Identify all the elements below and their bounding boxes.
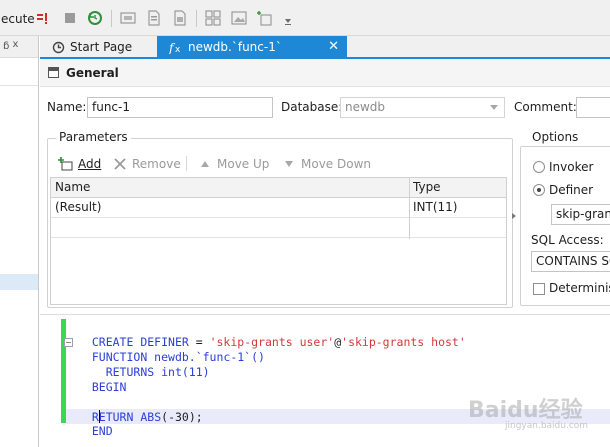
- deterministic-checkbox[interactable]: [533, 283, 545, 295]
- comment-field[interactable]: [576, 97, 610, 118]
- name-label: Name:: [47, 100, 87, 114]
- tab-start-page[interactable]: Start Page: [44, 36, 160, 58]
- navigator-header: ᵷ x: [0, 36, 38, 58]
- database-select[interactable]: newdb: [340, 97, 505, 118]
- general-header: [40, 59, 610, 87]
- param-name-cell[interactable]: [51, 218, 409, 238]
- add-parameter-button[interactable]: Add: [58, 155, 101, 173]
- tab-function-label: newdb.`func-1`: [188, 40, 282, 54]
- export-icon[interactable]: [146, 10, 162, 26]
- code-line-2: FUNCTION newdb.`func-1`(): [91, 350, 265, 364]
- image-icon[interactable]: [231, 10, 247, 26]
- remove-label: Remove: [132, 157, 181, 171]
- text-caret: [99, 410, 100, 423]
- move-up-label: Move Up: [217, 157, 270, 171]
- move-up-button[interactable]: Move Up: [197, 155, 269, 173]
- general-title: General: [66, 66, 119, 80]
- column-divider: [409, 178, 410, 239]
- comment-label: Comment:: [514, 100, 577, 114]
- undo-icon[interactable]: [87, 10, 103, 26]
- general-icon: [48, 67, 59, 78]
- arrow-up-icon: [197, 156, 213, 172]
- import-icon[interactable]: [172, 10, 188, 26]
- svg-text:x: x: [175, 45, 181, 54]
- function-icon: fx: [169, 41, 183, 54]
- code-line-3: RETURNS int(11): [91, 365, 210, 379]
- sql-access-select[interactable]: CONTAINS SQ: [531, 251, 610, 272]
- invoker-radio[interactable]: [533, 161, 545, 173]
- new-tab-icon[interactable]: [257, 10, 273, 26]
- tab-bar: Start Page fx newdb.`func-1` ✕: [40, 36, 610, 58]
- pin-close-label[interactable]: ᵷ x: [3, 39, 18, 50]
- move-down-label: Move Down: [301, 157, 371, 171]
- navigator-divider: [0, 85, 38, 86]
- expand-arrow-icon[interactable]: [511, 209, 517, 223]
- grid-icon[interactable]: [205, 10, 221, 26]
- start-page-icon: [52, 41, 65, 54]
- stop-icon[interactable]: [62, 10, 78, 26]
- toolbar: ecute: [0, 0, 610, 36]
- param-toolbar-separator: [186, 156, 187, 171]
- options-title: Options: [529, 130, 582, 144]
- sql-preview-icon[interactable]: [120, 10, 136, 26]
- close-icon[interactable]: ✕: [328, 39, 339, 54]
- watermark-url: jingyan.baidu.com: [505, 421, 589, 431]
- definer-radio[interactable]: [533, 184, 545, 196]
- tab-function-editor[interactable]: fx newdb.`func-1` ✕: [157, 36, 347, 58]
- chevron-down-icon[interactable]: [280, 13, 296, 29]
- column-header-type[interactable]: Type: [409, 178, 506, 198]
- code-line-6: RETURN ABS(-30);: [91, 410, 203, 424]
- remove-icon: [112, 156, 128, 172]
- parameters-table: Name Type (Result) INT(11): [50, 177, 507, 305]
- definer-label: Definer: [549, 183, 594, 197]
- database-label: Database:: [281, 100, 343, 114]
- arrow-down-icon: [281, 156, 297, 172]
- move-down-button[interactable]: Move Down: [281, 155, 371, 173]
- navigator-panel: ᵷ x: [0, 36, 39, 447]
- code-line-4: BEGIN: [91, 380, 127, 394]
- code-line-1: CREATE DEFINER = 'skip-grants user'@'ski…: [91, 335, 466, 349]
- parameters-title: Parameters: [56, 130, 131, 144]
- add-label: Add: [78, 157, 102, 171]
- chevron-down-icon: [490, 105, 498, 110]
- param-name-cell[interactable]: (Result): [51, 198, 409, 218]
- toolbar-separator: [196, 10, 197, 27]
- execute-partial-icon[interactable]: [35, 10, 51, 26]
- toolbar-separator: [111, 10, 112, 27]
- invoker-label: Invoker: [549, 160, 594, 174]
- param-type-cell[interactable]: INT(11): [409, 198, 506, 218]
- remove-parameter-button[interactable]: Remove: [112, 155, 181, 173]
- fold-toggle-icon[interactable]: −: [64, 338, 73, 347]
- navigator-selected-item[interactable]: [0, 274, 38, 290]
- code-line-7: END: [91, 424, 113, 438]
- definer-field[interactable]: skip-grant: [551, 204, 610, 225]
- tab-start-page-label: Start Page: [70, 40, 133, 54]
- execute-button[interactable]: ecute: [1, 12, 35, 26]
- change-marker: [61, 319, 66, 423]
- column-header-name[interactable]: Name: [51, 178, 409, 198]
- sql-access-label: SQL Access:: [531, 233, 604, 247]
- add-icon: [58, 156, 74, 172]
- param-type-cell[interactable]: [409, 218, 506, 238]
- name-field[interactable]: func-1: [87, 97, 273, 118]
- deterministic-label: Determinist: [549, 281, 610, 295]
- database-value: newdb: [345, 100, 386, 114]
- watermark: Baidu经验: [468, 398, 583, 423]
